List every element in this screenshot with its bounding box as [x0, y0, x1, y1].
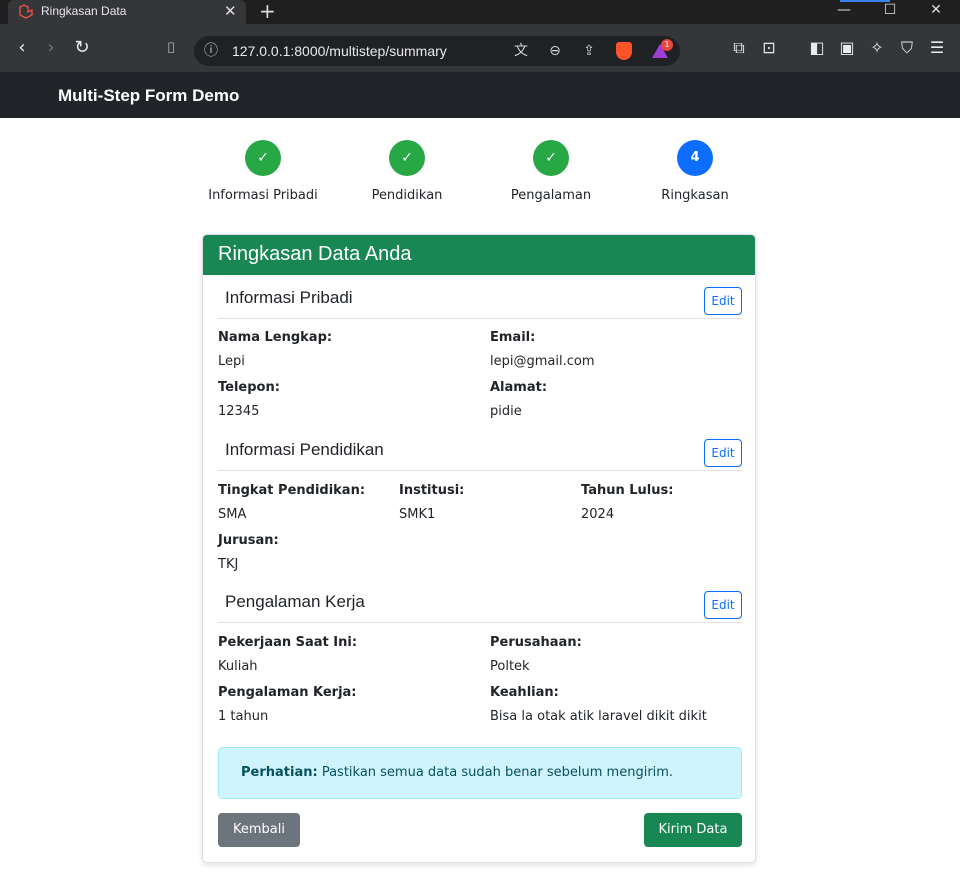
edit-personal-button[interactable]: Edit [704, 287, 742, 315]
field-label: Jurusan: [218, 533, 279, 548]
back-button[interactable]: Kembali [218, 813, 300, 847]
field-label: Tingkat Pendidikan: [218, 483, 366, 498]
rewards-badge: 1 [661, 39, 673, 51]
field-label: Tahun Lulus: [581, 483, 674, 498]
step-label: Pengalaman [510, 188, 592, 203]
zoom-out-icon[interactable]: ⊖ [546, 42, 564, 60]
field-skills: Keahlian: Bisa la otak atik laravel diki… [490, 685, 707, 724]
field-company: Perusahaan: Poltek [490, 635, 582, 674]
alert-strong: Perhatian: [241, 765, 318, 780]
field-value: 2024 [581, 507, 615, 522]
leo-ai-icon[interactable]: ✧ [865, 36, 889, 60]
field-value: 12345 [218, 404, 260, 419]
alert-text: Pastikan semua data sudah benar sebelum … [317, 765, 674, 780]
navbar-brand[interactable]: Multi-Step Form Demo [58, 86, 239, 106]
field-label: Keahlian: [490, 685, 559, 700]
step-check-icon: ✓ [245, 140, 281, 176]
field-label: Telepon: [218, 380, 280, 395]
confirmation-alert: Perhatian: Pastikan semua data sudah ben… [218, 747, 742, 799]
close-window-icon[interactable]: ✕ [926, 2, 946, 22]
bookmark-icon[interactable]: ⌷ [159, 36, 183, 60]
step-label: Ringkasan [661, 188, 729, 203]
field-label: Email: [490, 330, 536, 345]
field-value: Poltek [490, 659, 530, 674]
field-education-level: Tingkat Pendidikan: SMA [218, 483, 365, 522]
tab-title: Ringkasan Data [41, 4, 127, 18]
menu-icon[interactable]: ☰ [925, 36, 949, 60]
field-label: Alamat: [490, 380, 548, 395]
field-phone: Telepon: 12345 [218, 380, 280, 419]
browser-toolbar: ‹ › ↻ ⌷ ⓘ 127.0.0.1:8000/multistep/summa… [0, 24, 960, 72]
section-experience: Pengalaman Kerja Edit [218, 587, 742, 623]
field-current-job: Pekerjaan Saat Ini: Kuliah [218, 635, 357, 674]
step-number: 4 [677, 140, 713, 176]
app-navbar: Multi-Step Form Demo [0, 72, 960, 118]
field-label: Pekerjaan Saat Ini: [218, 635, 358, 650]
field-label: Institusi: [399, 483, 465, 498]
close-tab-icon[interactable]: ✕ [224, 2, 237, 20]
field-experience-years: Pengalaman Kerja: 1 tahun [218, 685, 357, 724]
sidebar-icon[interactable]: ◧ [805, 36, 829, 60]
maximize-icon[interactable]: ☐ [880, 2, 900, 22]
reload-icon[interactable]: ↻ [70, 36, 94, 60]
section-personal: Informasi Pribadi Edit [218, 283, 742, 319]
step-label: Informasi Pribadi [208, 188, 318, 203]
browser-tab[interactable]: Ringkasan Data ✕ [8, 0, 246, 24]
minimize-icon[interactable]: — [834, 2, 854, 22]
field-value: lepi@gmail.com [490, 354, 595, 369]
tab-search-icon[interactable]: ⊡ [757, 36, 781, 60]
vpn-icon[interactable]: ⛉ [895, 36, 919, 60]
url-text[interactable]: 127.0.0.1:8000/multistep/summary [232, 43, 447, 59]
card-title: Ringkasan Data Anda [203, 235, 755, 275]
summary-card: Ringkasan Data Anda Informasi Pribadi Ed… [202, 234, 756, 863]
field-name: Nama Lengkap: Lepi [218, 330, 332, 369]
brave-shields-icon[interactable] [616, 42, 632, 60]
new-tab-icon[interactable]: + [259, 0, 276, 23]
field-graduation-year: Tahun Lulus: 2024 [581, 483, 673, 522]
field-institution: Institusi: SMK1 [399, 483, 464, 522]
step-pendidikan: ✓ Pendidikan [342, 140, 472, 203]
field-value: pidie [490, 404, 522, 419]
back-icon[interactable]: ‹ [10, 36, 34, 60]
field-address: Alamat: pidie [490, 380, 547, 419]
submit-button[interactable]: Kirim Data [644, 813, 742, 847]
section-header: Informasi Pribadi Edit [218, 283, 742, 319]
field-email: Email: lepi@gmail.com [490, 330, 594, 369]
step-check-icon: ✓ [533, 140, 569, 176]
field-value: SMK1 [399, 507, 436, 522]
wallet-icon[interactable]: ▣ [835, 36, 859, 60]
field-label: Pengalaman Kerja: [218, 685, 357, 700]
field-value: 1 tahun [218, 709, 269, 724]
section-title: Informasi Pribadi [225, 288, 353, 307]
laravel-icon [19, 4, 33, 19]
step-label: Pendidikan [371, 188, 443, 203]
section-education: Informasi Pendidikan Edit [218, 435, 742, 471]
site-info-icon[interactable]: ⓘ [202, 42, 220, 60]
field-value: Lepi [218, 354, 245, 369]
section-header: Pengalaman Kerja Edit [218, 587, 742, 623]
step-ringkasan: 4 Ringkasan [630, 140, 760, 203]
section-title: Pengalaman Kerja [225, 592, 365, 611]
browser-tab-bar: Ringkasan Data ✕ + — ☐ ✕ [0, 0, 960, 24]
edit-experience-button[interactable]: Edit [704, 591, 742, 619]
field-value: Kuliah [218, 659, 258, 674]
step-informasi-pribadi: ✓ Informasi Pribadi [198, 140, 328, 203]
address-bar[interactable]: ⓘ 127.0.0.1:8000/multistep/summary 文 ⊖ ⇪… [194, 36, 680, 66]
field-major: Jurusan: TKJ [218, 533, 279, 572]
field-value: SMA [218, 507, 247, 522]
field-label: Nama Lengkap: [218, 330, 333, 345]
forward-icon[interactable]: › [39, 36, 63, 60]
extensions-icon[interactable]: ⧉ [727, 36, 751, 60]
translate-icon[interactable]: 文 [512, 42, 530, 60]
field-value: Bisa la otak atik laravel dikit dikit [490, 709, 707, 724]
field-value: TKJ [218, 557, 239, 572]
section-header: Informasi Pendidikan Edit [218, 435, 742, 471]
field-label: Perusahaan: [490, 635, 582, 650]
step-pengalaman: ✓ Pengalaman [486, 140, 616, 203]
section-title: Informasi Pendidikan [225, 440, 384, 459]
step-check-icon: ✓ [389, 140, 425, 176]
edit-education-button[interactable]: Edit [704, 439, 742, 467]
share-icon[interactable]: ⇪ [580, 42, 598, 60]
